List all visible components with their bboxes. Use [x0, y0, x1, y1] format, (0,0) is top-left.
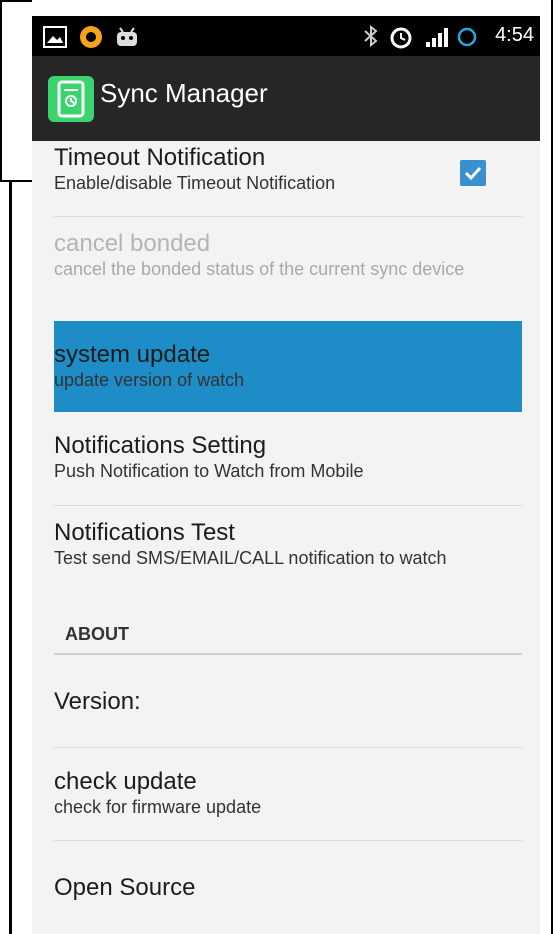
setting-summary: Test send SMS/EMAIL/CALL notification to…	[54, 548, 447, 568]
setting-title: cancel bonded	[54, 230, 211, 257]
divider	[54, 840, 522, 841]
image-icon	[43, 26, 67, 48]
alarm-icon	[390, 27, 412, 49]
frame-bottom-edge	[0, 180, 32, 182]
setting-cancel-bonded: cancel bonded cancel the bonded status o…	[54, 230, 522, 280]
setting-title: system update	[54, 341, 211, 368]
about-check-update[interactable]: check update check for firmware update	[54, 768, 522, 818]
frame-left-edge	[0, 0, 2, 182]
about-title: Version:	[54, 688, 141, 715]
setting-title: Notifications Setting	[54, 432, 267, 459]
about-version[interactable]: Version:	[54, 688, 522, 716]
signal-icon	[426, 28, 448, 47]
about-open-source[interactable]: Open Source	[54, 874, 522, 902]
section-divider	[54, 653, 522, 655]
about-title: check update	[54, 768, 197, 795]
android-icon	[117, 27, 137, 46]
status-time: 4:54	[495, 24, 534, 46]
setting-summary: Enable/disable Timeout Notification	[54, 173, 336, 193]
sync-circle-icon	[457, 27, 477, 47]
frame-top-edge	[0, 0, 32, 2]
setting-summary: cancel the bonded status of the current …	[54, 259, 465, 279]
setting-title: Notifications Test	[54, 519, 235, 546]
setting-summary: update version of watch	[54, 370, 245, 390]
section-header-about: ABOUT	[65, 624, 129, 644]
setting-summary: Push Notification to Watch from Mobile	[54, 461, 364, 481]
status-bar: 4:54	[32, 16, 540, 56]
divider	[54, 216, 522, 217]
phone-screen: 4:54 Sync Manager Timeout Notification E…	[32, 16, 540, 934]
about-summary: check for firmware update	[54, 797, 262, 817]
cyanogen-icon	[80, 26, 102, 48]
bluetooth-icon	[364, 24, 378, 48]
frame-right-edge	[551, 0, 553, 934]
setting-title: Timeout Notification	[54, 144, 266, 171]
frame-border-left	[9, 182, 12, 934]
watch-app-icon[interactable]	[48, 76, 94, 122]
divider	[54, 505, 522, 506]
divider	[54, 747, 522, 748]
action-bar: Sync Manager	[32, 56, 540, 141]
setting-timeout-notification[interactable]: Timeout Notification Enable/disable Time…	[54, 144, 522, 194]
about-title: Open Source	[54, 874, 196, 901]
timeout-notification-checkbox[interactable]	[460, 160, 486, 186]
checkmark-icon	[464, 166, 482, 181]
setting-system-update[interactable]: system update update version of watch	[54, 341, 522, 391]
page-title: Sync Manager	[100, 78, 268, 108]
setting-notifications-test[interactable]: Notifications Test Test send SMS/EMAIL/C…	[54, 519, 522, 569]
setting-notifications-setting[interactable]: Notifications Setting Push Notification …	[54, 432, 522, 482]
